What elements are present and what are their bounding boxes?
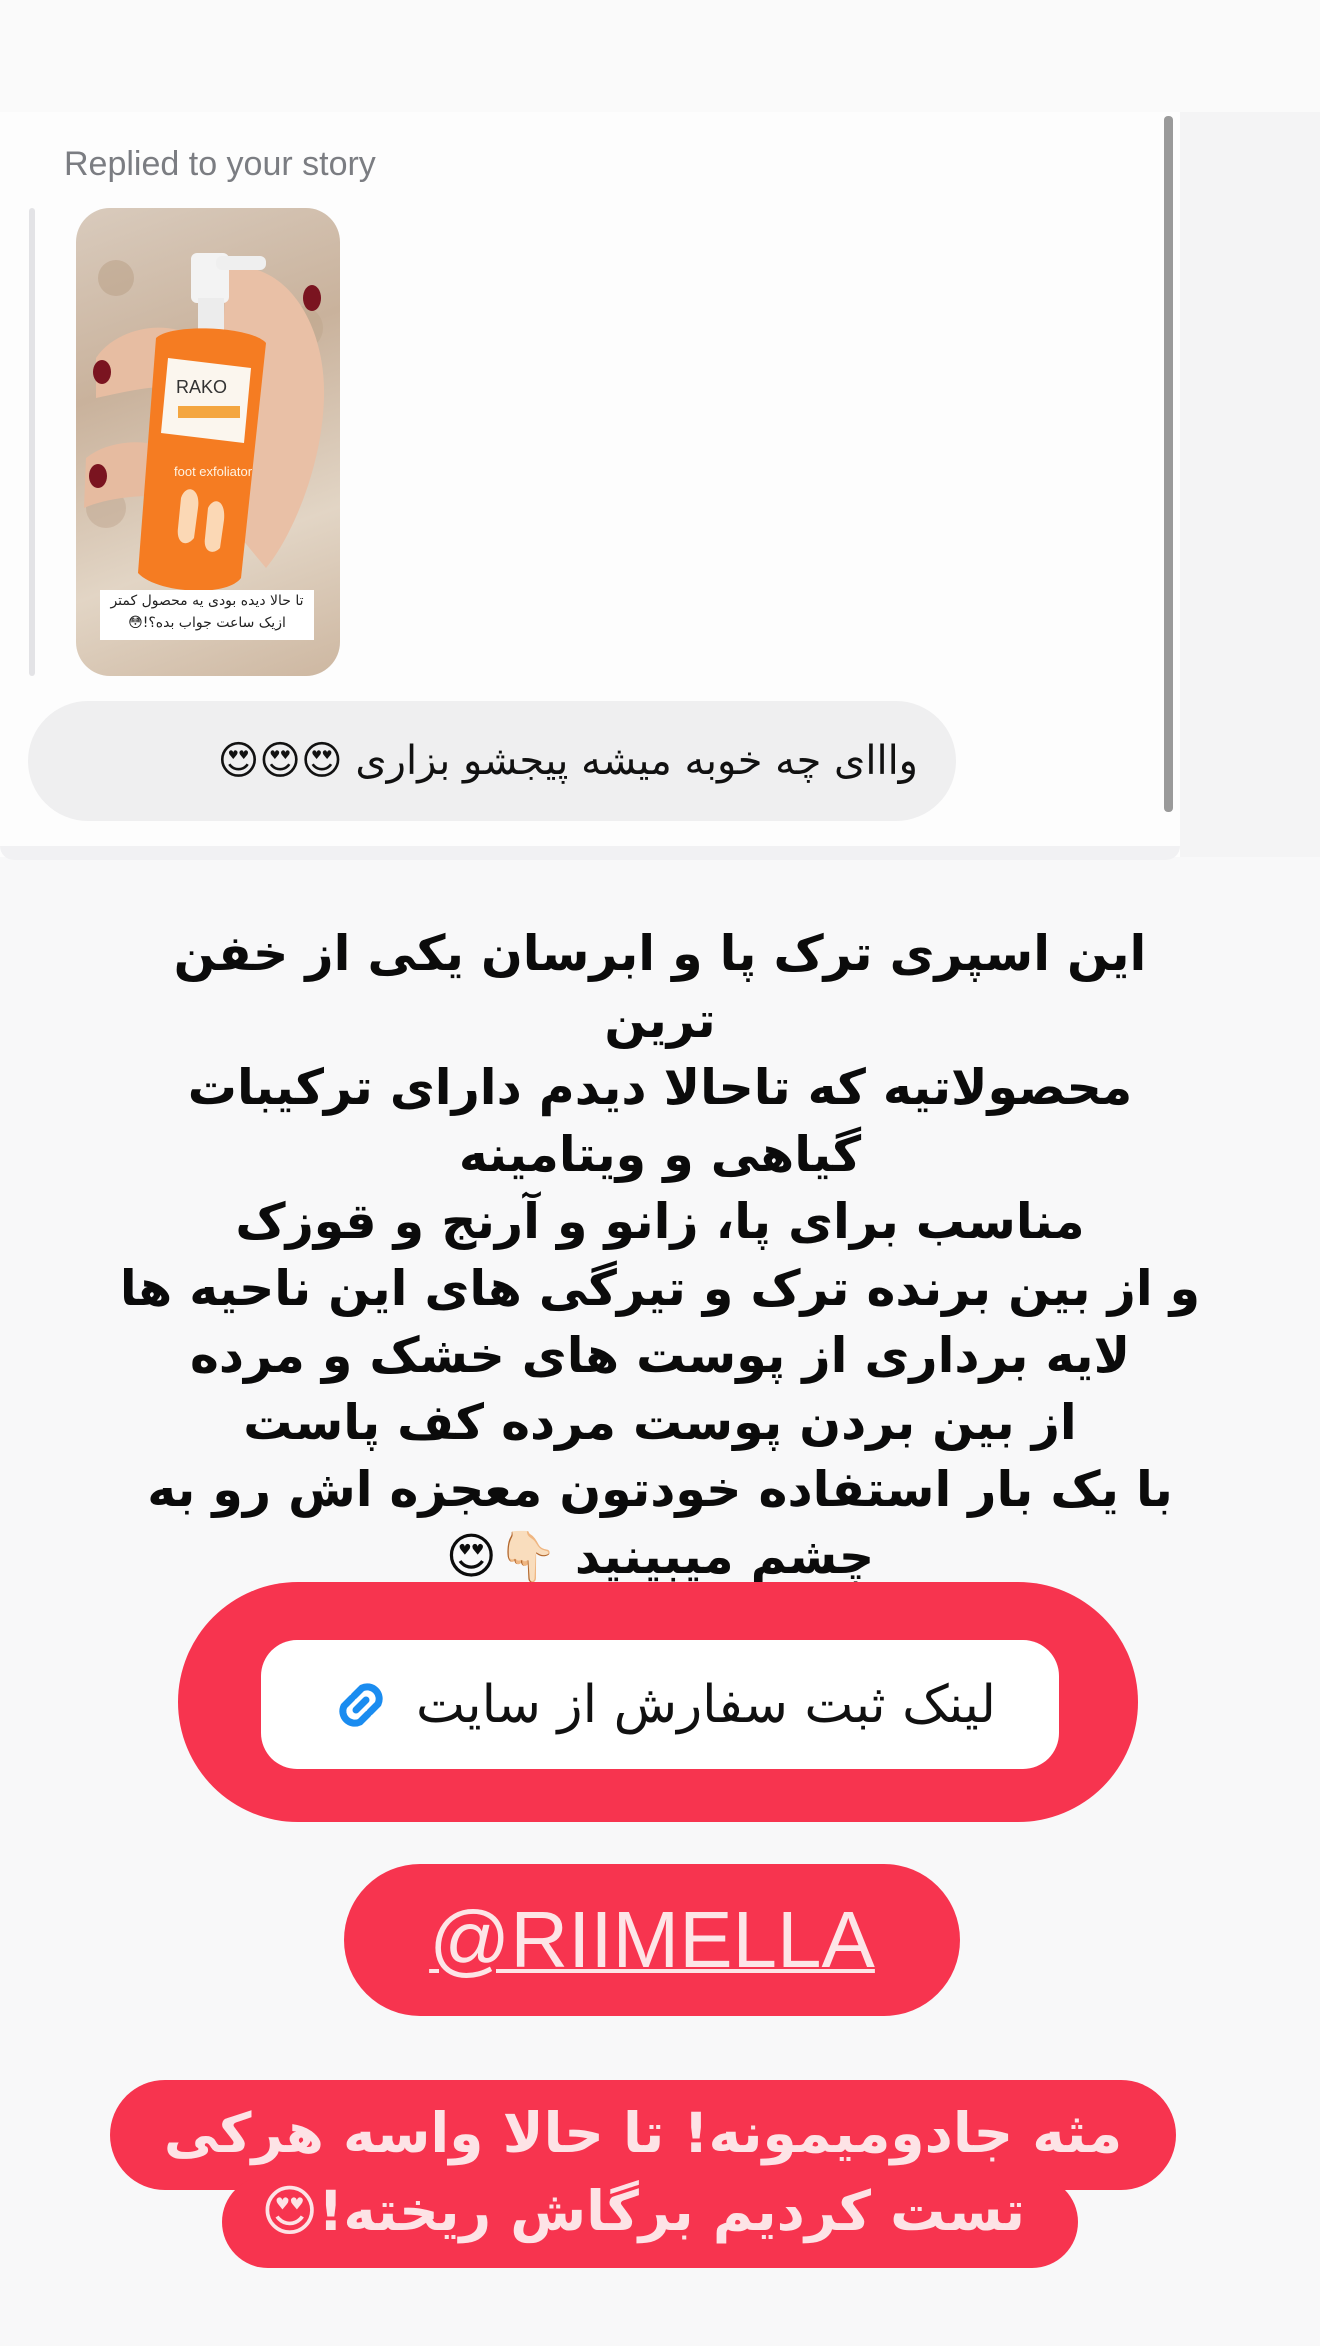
- story-line: محصولاتیه که تاحالا دیدم دارای ترکیبات: [187, 1059, 1133, 1116]
- link-sticker-inner[interactable]: لینک ثبت سفارش از سایت: [261, 1640, 1059, 1769]
- scrollbar[interactable]: [1164, 116, 1173, 812]
- story-line: لایه برداری از پوست های خشک و مرده: [189, 1327, 1131, 1384]
- story-line: گیاهی و ویتامینه: [458, 1126, 862, 1183]
- mention-sticker[interactable]: @RIIMELLA: [344, 1864, 960, 2016]
- story-line: از بین بردن پوست مرده کف پاست: [243, 1394, 1077, 1451]
- footer-line: مثه جادومیمونه! تا حالا واسه هرکی: [163, 2101, 1123, 2165]
- link-sticker[interactable]: لینک ثبت سفارش از سایت: [178, 1582, 1138, 1822]
- story-body-text: این اسپری ترک پا و ابرسان یکی از خفن تری…: [110, 920, 1210, 1590]
- link-icon: [339, 1682, 383, 1727]
- story-thumbnail[interactable]: RAKO foot exfoliator تا حالا دیده بودی ی…: [76, 208, 340, 676]
- message-text: وااای چه خوبه میشه پیجشو بزاری 😍😍😍: [217, 738, 918, 784]
- story-line: با یک بار استفاده خودتون معجزه اش رو به: [147, 1461, 1173, 1518]
- story-line: این اسپری ترک پا و ابرسان یکی از خفن تری…: [173, 925, 1147, 1049]
- status-area: [0, 0, 1320, 112]
- svg-text:RAKO: RAKO: [176, 377, 227, 397]
- story-line: چشم میبینید 👇🏻😍: [445, 1528, 875, 1585]
- message-bubble[interactable]: وااای چه خوبه میشه پیجشو بزاری 😍😍😍: [28, 701, 956, 821]
- panel-gutter: [1180, 112, 1320, 857]
- replied-to-story-label: Replied to your story: [64, 145, 376, 183]
- svg-text:foot exfoliator: foot exfoliator: [174, 464, 253, 479]
- thumbnail-caption: تا حالا دیده بودی یه محصول کمتر ازیک ساع…: [100, 590, 314, 640]
- footer-line: تست کردیم برگاش ریخته!😍: [260, 2179, 1026, 2243]
- link-sticker-label: لینک ثبت سفارش از سایت: [416, 1674, 996, 1735]
- mention-username[interactable]: @RIIMELLA: [429, 1894, 875, 1986]
- dm-panel-edge: [0, 846, 1180, 860]
- story-line: و از بین برنده ترک و تیرگی های این ناحیه…: [119, 1260, 1201, 1317]
- reply-quote-line: [29, 208, 35, 676]
- story-line: مناسب برای پا، زانو و آرنج و قوزک: [235, 1193, 1085, 1250]
- footer-text: مثه جادومیمونه! تا حالا واسه هرکی تست کر…: [110, 2094, 1176, 2250]
